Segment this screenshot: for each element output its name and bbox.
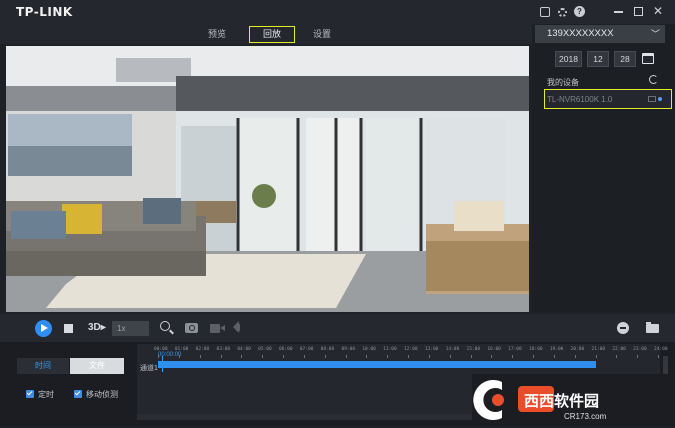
timeline-tick [241, 355, 243, 358]
timeline-tick-label: 14:00 [445, 347, 460, 352]
timeline-tick [637, 355, 639, 358]
app-logo: TP-LINK [16, 5, 73, 19]
timeline-tick-label: 12:00 [404, 347, 418, 352]
timeline-tick [428, 355, 430, 358]
chevron-down-icon: ﹀ [650, 29, 660, 39]
timeline-tick [553, 355, 555, 358]
speed-select[interactable]: 1x [112, 321, 149, 336]
timeline-tick-label: 22:00 [612, 347, 626, 352]
timeline-tick-label: 15:00 [466, 347, 481, 352]
timeline-tick [658, 355, 659, 358]
timeline-tick [303, 355, 305, 358]
timeline-tick-label: 13:00 [424, 347, 439, 352]
settings-square-icon[interactable] [540, 7, 550, 17]
minus-icon[interactable] [617, 322, 629, 334]
timeline-tick [491, 355, 493, 358]
gear-icon[interactable] [557, 7, 567, 17]
timeline-tick-label: 03:00 [216, 347, 231, 352]
timeline-tick-label: 24:00 [654, 347, 668, 352]
tab-time[interactable]: 时间 [17, 358, 69, 374]
frame-step-button[interactable]: 3D▸ [88, 322, 106, 333]
date-year[interactable]: 2018 [555, 51, 582, 67]
device-status-dot [658, 97, 662, 101]
folder-icon[interactable] [646, 322, 659, 333]
tab-preview[interactable]: 预览 [198, 26, 236, 43]
timeline-tick-label: 06:00 [279, 347, 293, 352]
tab-settings[interactable]: 设置 [304, 26, 340, 43]
timeline-tick [512, 355, 514, 358]
maximize-icon[interactable] [634, 7, 643, 16]
timeline-tick [199, 355, 201, 358]
timeline-tick [595, 355, 597, 358]
timeline-tick [387, 355, 389, 358]
close-icon[interactable]: ✕ [653, 5, 665, 17]
calendar-icon[interactable] [642, 53, 654, 64]
timeline-tick-label: 17:00 [508, 347, 522, 352]
timeline-tick-label: 19:00 [549, 347, 564, 352]
timeline-tick-label: 20:00 [570, 347, 585, 352]
account-dropdown[interactable]: 139XXXXXXXX ﹀ [535, 25, 665, 43]
zoom-icon[interactable] [160, 321, 170, 331]
timeline-tick [408, 355, 409, 358]
timeline-tick-label: 08:00 [320, 347, 335, 352]
frame-step-label: 3D [88, 322, 101, 333]
minimize-icon[interactable] [614, 11, 623, 13]
video-frame[interactable] [6, 46, 529, 312]
watermark-sub: CR173.com [564, 412, 607, 421]
timeline-tick [283, 355, 284, 358]
timeline-tick [324, 355, 326, 358]
timeline-tick-label: 05:00 [258, 347, 272, 352]
date-month[interactable]: 12 [587, 51, 609, 67]
help-icon[interactable]: ? [574, 6, 585, 17]
tab-playback[interactable]: 回放 [249, 26, 295, 43]
account-label: 139XXXXXXXX [547, 28, 614, 39]
tab-file[interactable]: 文件 [70, 358, 124, 374]
timeline-tick [449, 355, 451, 358]
device-name: TL-NVR6100K 1.0 [547, 95, 613, 104]
timed-checkbox[interactable] [26, 390, 34, 398]
record-icon[interactable] [210, 324, 225, 333]
refresh-icon[interactable] [649, 75, 658, 84]
device-folder-icon[interactable] [648, 96, 656, 102]
motion-checkbox[interactable] [74, 390, 82, 398]
video-image [6, 46, 529, 312]
timeline-tick [574, 355, 576, 358]
volume-icon[interactable] [236, 324, 240, 331]
timeline-tick-label: 11:00 [383, 347, 397, 352]
timeline-tick [470, 355, 472, 358]
timeline-tick-label: 07:00 [299, 347, 314, 352]
device-panel [532, 24, 675, 312]
camera-icon[interactable] [185, 323, 198, 333]
timeline-tick [262, 355, 264, 358]
timeline-tick-label: 18:00 [529, 347, 543, 352]
timeline-tick [220, 355, 222, 358]
timeline-tick-label: 09:00 [341, 347, 356, 352]
timeline-tick-label: 02:00 [195, 347, 210, 352]
motion-label: 移动侦测 [86, 390, 118, 399]
timeline-tick-label: 21:00 [591, 347, 606, 352]
play-icon[interactable] [35, 320, 52, 337]
my-devices-title: 我的设备 [547, 78, 579, 87]
timeline-tick [366, 355, 368, 358]
stop-icon[interactable] [64, 324, 73, 333]
watermark-logo: 西西软件园 CR173.com [472, 374, 675, 426]
timeline-tick [616, 355, 618, 358]
recording-segment[interactable] [158, 361, 596, 368]
timeline-tick [533, 355, 534, 358]
timed-label: 定时 [38, 390, 54, 399]
timeline-tick-label: 10:00 [362, 347, 376, 352]
watermark-text: 西西软件园 [524, 392, 599, 410]
channel-label: 通道1 [140, 365, 158, 372]
timeline-tick-label: 16:00 [487, 347, 501, 352]
date-day[interactable]: 28 [614, 51, 636, 67]
timeline-tick-label: 23:00 [633, 347, 647, 352]
timeline-tick-label: 04:00 [237, 347, 251, 352]
timeline-tick [345, 355, 347, 358]
